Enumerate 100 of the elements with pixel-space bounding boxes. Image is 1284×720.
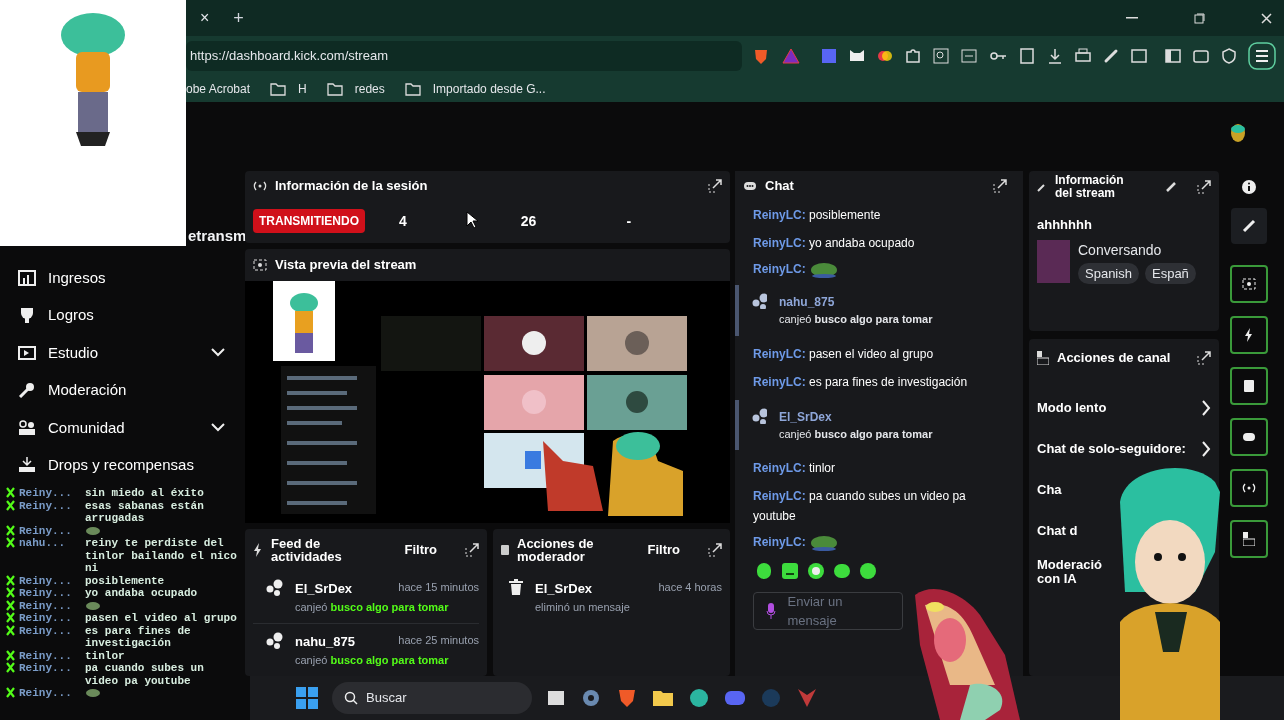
pencil-icon (1242, 219, 1256, 233)
sword-icon (6, 599, 15, 611)
chat-message: ReinyLC: posiblemente (752, 207, 882, 224)
panel-title: Información del stream (1055, 174, 1125, 200)
minimize-icon[interactable] (1126, 17, 1138, 19)
channel-action-item[interactable]: Modo lento (1037, 399, 1211, 416)
broadcast-icon (253, 181, 267, 191)
bookmark-link[interactable]: obe Acrobat (186, 80, 251, 98)
category-thumbnail (1037, 239, 1070, 283)
emote-icon[interactable] (755, 562, 773, 580)
pencil-icon[interactable] (1165, 181, 1177, 193)
sidebar-item[interactable]: Ingresos (0, 259, 245, 297)
studio-icon (18, 344, 36, 361)
window-icon[interactable] (546, 688, 566, 708)
notes-toggle-button[interactable] (1230, 367, 1268, 405)
folder-icon[interactable] (652, 688, 674, 708)
filter-button[interactable]: Filtro (647, 540, 680, 560)
tag-chip[interactable]: Españ (1145, 262, 1196, 284)
restore-icon[interactable] (1194, 12, 1205, 24)
overlay-username: Reiny... (19, 599, 73, 612)
triangle-icon[interactable] (782, 48, 800, 64)
overlay-username: Reiny... (19, 624, 73, 637)
sidebar-item[interactable]: Moderación (0, 371, 245, 409)
bookmark-link[interactable]: redes (354, 80, 385, 98)
close-tab-button[interactable]: × (200, 6, 210, 30)
popout-icon[interactable] (708, 543, 722, 557)
microphone-icon[interactable] (766, 603, 776, 619)
username: El_SrDex (535, 580, 593, 598)
channel-action-item[interactable]: Cha (1037, 482, 1062, 497)
windows-logo-icon[interactable] (296, 687, 318, 709)
menu-item-label[interactable]: etransm (188, 224, 247, 248)
bookmark-link[interactable]: Importado desde G... (432, 80, 546, 98)
category-name[interactable]: Conversando (1078, 239, 1196, 261)
wallet-icon[interactable] (1192, 47, 1210, 65)
chat-message: ReinyLC: yo andaba ocupado (752, 235, 916, 252)
sidebar-item[interactable]: Drops y recompensas (0, 446, 245, 484)
preview-toggle-button[interactable] (1230, 265, 1268, 303)
channel-action-item[interactable]: Moderació con IA (1037, 557, 1109, 586)
shield-icon[interactable] (1220, 47, 1238, 65)
message-input[interactable]: Enviar un mensaje (753, 592, 903, 630)
username: nahu_875 (779, 294, 836, 311)
channel-action-item[interactable]: Chat d (1037, 523, 1078, 538)
overlay-username: Reiny... (19, 587, 73, 600)
menu-icon[interactable] (1248, 42, 1276, 70)
activity-toggle-button[interactable] (1230, 316, 1268, 354)
sidebar-item[interactable]: Estudio (0, 334, 245, 372)
avatar-icon[interactable] (1228, 122, 1248, 145)
sidebar-icon[interactable] (1164, 47, 1182, 65)
preview-icon (253, 259, 267, 271)
screen-icon[interactable] (960, 47, 978, 65)
overlay-message: pasen el video al grupo (85, 612, 237, 625)
input-placeholder: Enviar un mensaje (787, 592, 844, 630)
popout-icon[interactable] (1197, 351, 1211, 365)
puzzle-icon[interactable] (904, 47, 922, 65)
tag-chip[interactable]: Spanish (1078, 262, 1139, 284)
sidebar-item[interactable]: Comunidad (0, 409, 245, 447)
download-icon[interactable] (1046, 47, 1064, 65)
popout-icon[interactable] (1197, 180, 1211, 194)
info-icon[interactable] (1241, 179, 1257, 195)
new-tab-button[interactable]: + (233, 4, 244, 32)
popout-icon[interactable] (708, 179, 722, 193)
overlay-message: tinlor (85, 649, 126, 662)
overlay-username: Reiny... (19, 662, 73, 675)
channel-toggle-button[interactable] (1230, 520, 1268, 558)
overlay-message: pa cuando subes un video pa youtube (85, 662, 205, 687)
note-icon (1244, 380, 1254, 392)
bookmark-link[interactable]: H (298, 80, 307, 98)
close-icon[interactable] (1261, 12, 1272, 24)
frog-emote-icon (809, 533, 838, 551)
sword-icon (6, 574, 15, 586)
pointer-cursor-icon (466, 211, 478, 229)
address-bar[interactable]: https://dashboard.kick.com/stream (186, 41, 742, 71)
emote-icon[interactable] (833, 562, 851, 580)
dots-icon (751, 407, 767, 424)
chat-toggle-button[interactable] (1230, 418, 1268, 456)
overlay-username: Reiny... (19, 524, 73, 537)
emote-icon[interactable] (807, 562, 825, 580)
sword-icon (6, 499, 15, 511)
sword-icon (6, 487, 15, 498)
emote-icon[interactable] (859, 562, 877, 580)
emote-icon[interactable] (781, 562, 799, 580)
overlay-username: Reiny... (19, 487, 73, 500)
edit-button[interactable] (1231, 208, 1267, 244)
session-stat: - (626, 211, 632, 231)
search-icon[interactable] (932, 47, 950, 65)
filter-button[interactable]: Filtro (404, 540, 437, 560)
session-stat: 4 (399, 211, 407, 231)
channel-action-item[interactable]: Chat de solo-seguidore: (1037, 440, 1211, 457)
broadcast-toggle-button[interactable] (1230, 469, 1268, 507)
popout-icon[interactable] (465, 543, 479, 557)
popout-icon[interactable] (993, 179, 1007, 193)
chat-message: ReinyLC: pasen el video al grupo (752, 345, 935, 363)
save-icon[interactable] (1018, 47, 1036, 65)
dots-icon (265, 579, 283, 597)
sidebar-item[interactable]: Logros (0, 296, 245, 334)
window-icon[interactable] (1130, 47, 1148, 65)
print-icon[interactable] (1074, 47, 1092, 65)
overlay-message: esas sabanas están arrugadas (85, 499, 205, 525)
taskbar-search[interactable]: Buscar (332, 682, 532, 714)
action-text: eliminó un mensaje (535, 599, 631, 615)
